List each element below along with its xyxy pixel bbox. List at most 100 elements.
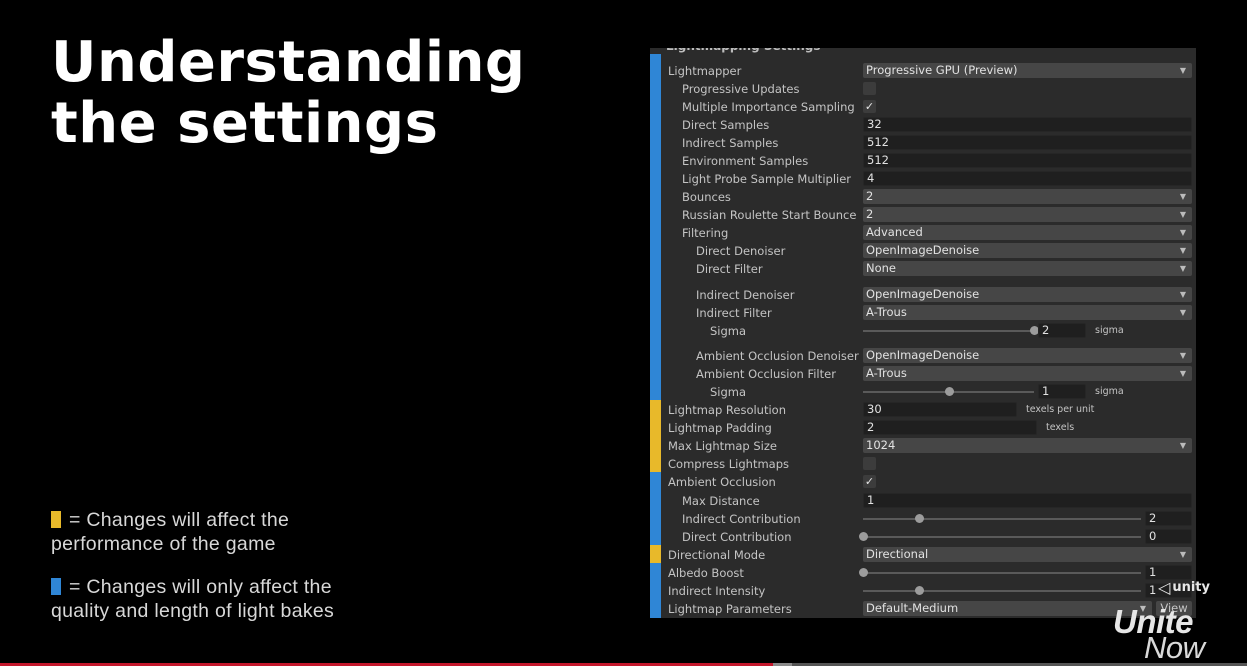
setting-row-indirect-filter: Indirect Filter A-Trous ▼ xyxy=(650,305,1196,323)
setting-row-compress-lightmaps: Compress Lightmaps xyxy=(650,456,1196,474)
indirect-denoiser-dropdown[interactable]: OpenImageDenoise ▼ xyxy=(863,287,1192,302)
setting-label: Indirect Filter xyxy=(696,306,772,320)
directional-mode-dropdown[interactable]: Directional ▼ xyxy=(863,547,1192,562)
direct-contribution-slider-track[interactable] xyxy=(863,536,1141,538)
chevron-down-icon: ▼ xyxy=(1179,441,1186,450)
indirect-filter-dropdown[interactable]: A-Trous ▼ xyxy=(863,305,1192,320)
setting-row-ambient-occlusion-filter: Ambient Occlusion Filter A-Trous ▼ xyxy=(650,366,1196,384)
chevron-down-icon: ▼ xyxy=(1179,369,1186,378)
setting-label: Multiple Importance Sampling xyxy=(682,100,855,114)
direct-contribution-slider-thumb[interactable] xyxy=(859,532,868,541)
russian-roulette-start-bounce-dropdown[interactable]: 2 ▼ xyxy=(863,207,1192,222)
lightmap-resolution-field[interactable]: 30 xyxy=(863,402,1017,417)
setting-row-bounces: Bounces 2 ▼ xyxy=(650,189,1196,207)
setting-label: Max Distance xyxy=(682,494,760,508)
dropdown-value: 2 xyxy=(866,189,874,203)
sigma-slider-thumb[interactable] xyxy=(944,387,954,396)
checkmark-icon: ✓ xyxy=(864,475,875,488)
sigma-value-field[interactable]: 2 xyxy=(1038,323,1086,338)
chevron-down-icon: ▼ xyxy=(1179,290,1186,299)
direct-denoiser-dropdown[interactable]: OpenImageDenoise ▼ xyxy=(863,243,1192,258)
lightmap-parameters-dropdown[interactable]: Default-Medium ▼ xyxy=(863,601,1152,616)
indirect-intensity-slider-track[interactable] xyxy=(863,590,1141,592)
slide-title: Understanding the settings xyxy=(51,30,526,156)
ambient-occlusion-denoiser-dropdown[interactable]: OpenImageDenoise ▼ xyxy=(863,348,1192,363)
unity-logo: ◁ unity xyxy=(1158,578,1210,597)
sigma-slider-track[interactable] xyxy=(863,330,1034,332)
setting-row-max-lightmap-size: Max Lightmap Size 1024 ▼ xyxy=(650,438,1196,456)
legend-performance: = Changes will affect the performance of… xyxy=(51,508,289,556)
setting-label: Directional Mode xyxy=(668,548,766,562)
checkmark-icon: ✓ xyxy=(864,100,875,113)
setting-label: Direct Contribution xyxy=(682,530,792,544)
yellow-swatch xyxy=(51,511,61,528)
indirect-contribution-slider-thumb[interactable] xyxy=(914,514,924,523)
setting-row-ambient-occlusion: Ambient Occlusion ✓ xyxy=(650,474,1196,492)
indirect-intensity-slider-thumb[interactable] xyxy=(914,586,924,595)
bounces-dropdown[interactable]: 2 ▼ xyxy=(863,189,1192,204)
lightmapping-settings-panel: Lightmapping Settings Lightmapper Progres… xyxy=(650,48,1196,618)
direct-contribution-value-field[interactable]: 0 xyxy=(1145,529,1192,544)
setting-label: Ambient Occlusion xyxy=(668,475,776,489)
setting-row-indirect-contribution: Indirect Contribution 2 xyxy=(650,511,1196,529)
progressive-updates-checkbox[interactable] xyxy=(863,82,876,95)
indirect-contribution-value-field[interactable]: 2 xyxy=(1145,511,1192,526)
setting-label: Sigma xyxy=(710,324,747,338)
albedo-boost-slider-track[interactable] xyxy=(863,572,1141,574)
compress-lightmaps-checkbox[interactable] xyxy=(863,457,876,470)
max-distance-field[interactable]: 1 xyxy=(863,493,1192,508)
setting-label: Progressive Updates xyxy=(682,82,800,96)
setting-row-direct-denoiser: Direct Denoiser OpenImageDenoise ▼ xyxy=(650,243,1196,261)
dropdown-value: None xyxy=(866,261,897,275)
setting-label: Bounces xyxy=(682,190,731,204)
blue-swatch xyxy=(51,578,61,595)
filtering-dropdown[interactable]: Advanced ▼ xyxy=(863,225,1192,240)
dropdown-value: Directional xyxy=(866,547,929,561)
setting-label: Lightmap Resolution xyxy=(668,403,786,417)
indirect-contribution-slider-track[interactable] xyxy=(863,518,1141,520)
ambient-occlusion-checkbox[interactable]: ✓ xyxy=(863,475,876,488)
setting-label: Lightmap Padding xyxy=(668,421,772,435)
panel-header: Lightmapping Settings xyxy=(666,48,820,53)
setting-row-directional-mode: Directional Mode Directional ▼ xyxy=(650,547,1196,565)
dropdown-value: A-Trous xyxy=(866,305,907,319)
direct-samples-field[interactable]: 32 xyxy=(863,117,1192,132)
indirect-samples-field[interactable]: 512 xyxy=(863,135,1192,150)
setting-label: Albedo Boost xyxy=(668,566,744,580)
unit-label: sigma xyxy=(1095,386,1124,397)
setting-row-multiple-importance-sampling: Multiple Importance Sampling ✓ xyxy=(650,99,1196,117)
dropdown-value: Advanced xyxy=(866,225,923,239)
chevron-down-icon: ▼ xyxy=(1179,264,1186,273)
setting-row-environment-samples: Environment Samples 512 xyxy=(650,153,1196,171)
setting-row-lightmap-padding: Lightmap Padding 2 texels xyxy=(650,420,1196,438)
sigma-value-field[interactable]: 1 xyxy=(1038,384,1086,399)
lightmap-padding-field[interactable]: 2 xyxy=(863,420,1037,435)
direct-filter-dropdown[interactable]: None ▼ xyxy=(863,261,1192,276)
legend-bake-quality-text: = Changes will only affect the quality a… xyxy=(51,576,335,622)
environment-samples-field[interactable]: 512 xyxy=(863,153,1192,168)
chevron-down-icon: ▼ xyxy=(1179,246,1186,255)
light-probe-sample-multiplier-field[interactable]: 4 xyxy=(863,171,1192,186)
lightmapper-dropdown[interactable]: Progressive GPU (Preview) ▼ xyxy=(863,63,1192,78)
unity-cube-icon: ◁ xyxy=(1158,578,1171,597)
unit-label: sigma xyxy=(1095,325,1124,336)
setting-label: Ambient Occlusion Denoiser xyxy=(696,349,859,363)
setting-row-lightmapper: Lightmapper Progressive GPU (Preview) ▼ xyxy=(650,63,1196,81)
setting-row-ambient-occlusion-denoiser: Ambient Occlusion Denoiser OpenImageDenoi… xyxy=(650,348,1196,366)
chevron-down-icon: ▼ xyxy=(1179,228,1186,237)
setting-label: Indirect Denoiser xyxy=(696,288,795,302)
chevron-down-icon: ▼ xyxy=(1179,351,1186,360)
setting-row-indirect-denoiser: Indirect Denoiser OpenImageDenoise ▼ xyxy=(650,287,1196,305)
setting-label: Direct Filter xyxy=(696,262,763,276)
setting-row-direct-filter: Direct Filter None ▼ xyxy=(650,261,1196,279)
setting-label: Russian Roulette Start Bounce xyxy=(682,208,857,222)
setting-label: Direct Samples xyxy=(682,118,770,132)
max-lightmap-size-dropdown[interactable]: 1024 ▼ xyxy=(863,438,1192,453)
ambient-occlusion-filter-dropdown[interactable]: A-Trous ▼ xyxy=(863,366,1192,381)
setting-row-light-probe-sample-multiplier: Light Probe Sample Multiplier 4 xyxy=(650,171,1196,189)
albedo-boost-slider-thumb[interactable] xyxy=(859,568,868,577)
setting-row-filtering: Filtering Advanced ▼ xyxy=(650,225,1196,243)
setting-label: Light Probe Sample Multiplier xyxy=(682,172,852,186)
legend-performance-text: = Changes will affect the performance of… xyxy=(51,509,290,555)
multiple-importance-sampling-checkbox[interactable]: ✓ xyxy=(863,100,876,113)
